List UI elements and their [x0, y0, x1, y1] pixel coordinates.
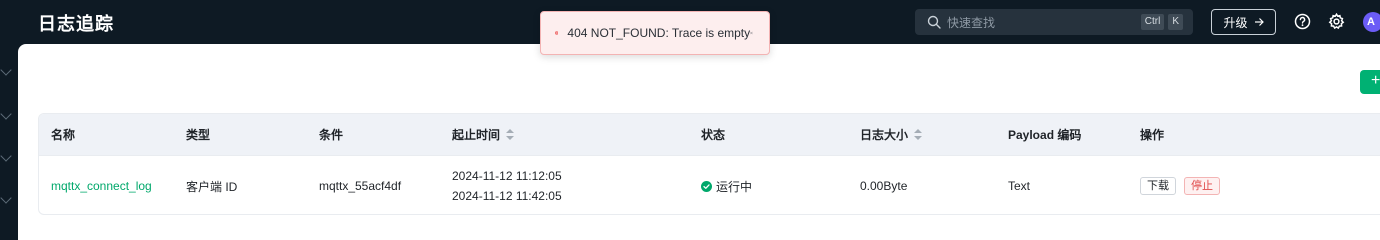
sort-icon[interactable] — [506, 129, 515, 140]
column-header-payload-encoding: Payload 编码 — [1008, 128, 1082, 142]
search-placeholder[interactable]: 快速查找 — [947, 14, 1141, 31]
avatar[interactable]: A — [1363, 12, 1380, 32]
gear-icon[interactable] — [1328, 13, 1345, 30]
cell-operations: 下载 停止 — [1140, 156, 1228, 214]
shortcut-key-k: K — [1168, 14, 1183, 30]
cell-log-size: 0.00Byte — [860, 179, 908, 193]
end-time: 2024-11-12 11:42:05 — [452, 189, 562, 203]
cell-status: 运行中 — [701, 156, 753, 214]
trace-table: 名称 类型 条件 起止时间 状态 日志大小 Payload 编码 操作 mqtt… — [38, 113, 1380, 215]
cell-payload-encoding: Text — [1008, 179, 1031, 193]
cell-time-range: 2024-11-12 11:12:05 2024-11-12 11:42:05 — [452, 156, 562, 214]
add-trace-button[interactable]: + — [1360, 70, 1380, 94]
shortcut-key-ctrl: Ctrl — [1140, 14, 1165, 30]
cell-condition: mqttx_55acf4df — [319, 179, 402, 193]
column-header-operations: 操作 — [1140, 128, 1165, 142]
error-icon — [555, 31, 559, 35]
column-header-name: 名称 — [51, 128, 76, 142]
upgrade-label: 升级 — [1223, 15, 1248, 30]
close-icon[interactable] — [750, 28, 753, 38]
column-header-status: 状态 — [701, 128, 726, 142]
search-icon — [927, 15, 941, 29]
table-row: mqttx_connect_log 客户端 ID mqttx_55acf4df … — [39, 156, 1380, 214]
error-toast: 404 NOT_FOUND: Trace is empty — [540, 11, 770, 55]
arrow-right-icon — [1254, 18, 1264, 26]
page-title: 日志追踪 — [38, 14, 114, 34]
start-time: 2024-11-12 11:12:05 — [452, 169, 562, 183]
chevron-icon[interactable] — [0, 64, 12, 76]
column-header-condition: 条件 — [319, 128, 344, 142]
help-icon[interactable] — [1294, 13, 1311, 30]
chevron-icon[interactable] — [0, 108, 12, 120]
stop-button[interactable]: 停止 — [1184, 177, 1220, 195]
column-header-log-size[interactable]: 日志大小 — [860, 114, 923, 155]
download-button[interactable]: 下载 — [1140, 177, 1176, 195]
trace-name-link[interactable]: mqttx_connect_log — [51, 156, 152, 214]
check-circle-icon — [701, 180, 712, 192]
table-header: 名称 类型 条件 起止时间 状态 日志大小 Payload 编码 操作 — [39, 114, 1380, 156]
column-header-type: 类型 — [186, 128, 211, 142]
chevron-icon[interactable] — [0, 150, 12, 162]
sort-icon[interactable] — [914, 129, 923, 140]
cell-type: 客户端 ID — [186, 179, 238, 194]
chevron-icon[interactable] — [0, 192, 12, 204]
search-box[interactable]: 快速查找 Ctrl K — [915, 9, 1193, 35]
toast-message: 404 NOT_FOUND: Trace is empty — [567, 26, 751, 40]
upgrade-button[interactable]: 升级 — [1211, 9, 1276, 35]
status-text: 运行中 — [716, 179, 753, 194]
column-header-time-range[interactable]: 起止时间 — [452, 114, 515, 155]
